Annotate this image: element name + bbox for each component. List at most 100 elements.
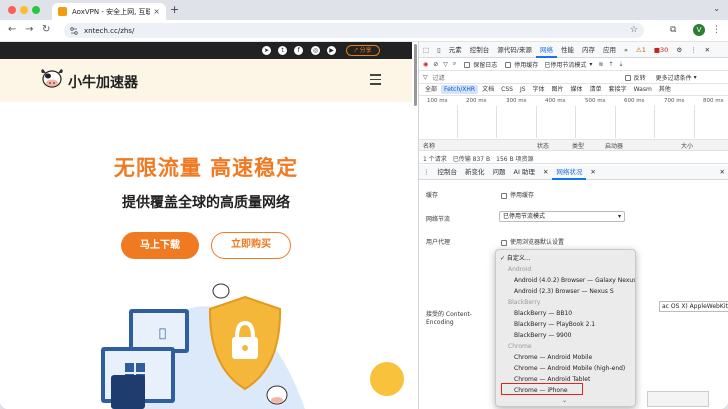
drawer-close-icon[interactable]: ✕ [716, 164, 728, 180]
reload-icon[interactable]: ↻ [42, 24, 50, 35]
drawer-tab-ai-assistance[interactable]: AI 助理 [510, 164, 539, 180]
instagram-icon[interactable]: ◎ [311, 46, 320, 55]
tab-sources[interactable]: 源代码/来源 [493, 42, 536, 58]
minimize-window-button[interactable] [20, 6, 28, 14]
network-timeline[interactable]: 100 ms 200 ms 300 ms 400 ms 500 ms 600 m… [419, 96, 728, 140]
device-toolbar-icon[interactable]: ▯ [433, 42, 445, 58]
dropdown-option[interactable]: BlackBerry — BB10 [496, 308, 635, 319]
zoom-window-button[interactable] [32, 6, 40, 14]
col-name[interactable]: 名称 [423, 141, 435, 150]
download-icon[interactable]: ⇣ [618, 61, 623, 68]
use-default-ua-checkbox[interactable]: 使用浏览器默认设置 [501, 237, 564, 246]
more-tabs-icon[interactable]: » [620, 42, 632, 58]
type-fetch-xhr[interactable]: Fetch/XHR [441, 85, 479, 94]
browser-menu-icon[interactable]: ⋮ [712, 25, 721, 35]
tab-performance[interactable]: 性能 [557, 42, 578, 58]
tab-close-icon[interactable]: × [153, 7, 160, 16]
back-icon[interactable]: ← [8, 24, 16, 35]
type-wasm[interactable]: Wasm [631, 85, 655, 94]
upload-icon[interactable]: ⇡ [608, 61, 613, 68]
dropdown-option[interactable]: Android (4.0.2) Browser — Galaxy Nexus [496, 275, 635, 286]
new-tab-button[interactable]: + [170, 3, 179, 16]
chat-support-button[interactable] [370, 362, 404, 396]
tab-application[interactable]: 应用 [599, 42, 620, 58]
type-media[interactable]: 媒体 [568, 85, 586, 94]
warning-count[interactable]: ⚠1 [632, 42, 650, 58]
settings-gear-icon[interactable]: ⚙ [672, 42, 686, 58]
cow-logo-icon[interactable] [40, 68, 64, 90]
profile-avatar[interactable]: V [693, 24, 705, 36]
dropdown-option[interactable]: Chrome — Android Mobile [496, 352, 635, 363]
dropdown-option[interactable]: BlackBerry — 9900 [496, 330, 635, 341]
youtube-icon[interactable]: ▶ [327, 46, 336, 55]
site-info-icon[interactable] [70, 26, 78, 35]
throttle-select[interactable]: 已停用节流模式 [544, 60, 586, 69]
col-type[interactable]: 类型 [572, 141, 584, 150]
tab-console[interactable]: 控制台 [466, 42, 494, 58]
facebook-icon[interactable]: f [294, 46, 303, 55]
type-other[interactable]: 其他 [656, 85, 674, 94]
dropdown-option[interactable]: Chrome — Android Mobile (high-end) [496, 363, 635, 374]
browser-tab[interactable]: AoxVPN - 安全上网, 互联世界 × [52, 3, 166, 20]
drawer-tab-network-conditions[interactable]: 网络状况 [552, 164, 587, 180]
type-manifest[interactable]: 清单 [587, 85, 605, 94]
address-bar[interactable]: xntech.cc/zhs/ ☆ [64, 23, 644, 38]
brand-name[interactable]: 小牛加速器 [68, 72, 138, 92]
tab-search-icon[interactable]: ⌄ [713, 4, 720, 13]
devtools-menu-icon[interactable]: ⋮ [686, 42, 701, 58]
user-agent-input[interactable]: ac OS X) AppleWebKit/6 [659, 301, 728, 312]
col-status[interactable]: 状态 [537, 141, 549, 150]
telegram-icon[interactable]: ➤ [262, 46, 271, 55]
drawer-tab-ai-close-icon[interactable]: ✕ [539, 164, 552, 180]
tab-network[interactable]: 网络 [535, 42, 557, 58]
bookmark-star-icon[interactable]: ☆ [630, 25, 638, 35]
dropdown-scroll-down-icon[interactable]: ⌄ [496, 395, 635, 406]
disable-cache-checkbox[interactable]: 停用缓存 [505, 60, 538, 69]
type-img[interactable]: 图片 [549, 85, 567, 94]
type-css[interactable]: CSS [498, 85, 516, 94]
type-all[interactable]: 全部 [422, 85, 440, 94]
drawer-tab-issues[interactable]: 问题 [489, 164, 510, 180]
preserve-log-checkbox[interactable]: 保留日志 [464, 60, 497, 69]
twitter-icon[interactable]: t [278, 46, 287, 55]
more-filters-button[interactable]: 更多过滤条件 [656, 73, 692, 82]
close-window-button[interactable] [8, 6, 16, 14]
type-doc[interactable]: 文档 [479, 85, 497, 94]
error-count[interactable]: ■30 [650, 42, 672, 58]
type-js[interactable]: JS [517, 85, 529, 94]
disable-cache-option[interactable]: 停用缓存 [501, 190, 534, 199]
page-scrollbar[interactable] [414, 44, 417, 106]
url-text[interactable]: xntech.cc/zhs/ [84, 27, 134, 35]
drawer-tab-close-icon[interactable]: ✕ [586, 164, 599, 180]
drawer-tab-whats-new[interactable]: 新变化 [461, 164, 489, 180]
forward-icon[interactable]: → [25, 24, 33, 35]
extensions-icon[interactable]: ⧉ [670, 25, 676, 35]
invert-checkbox[interactable]: 反转 [624, 73, 646, 82]
dropdown-option[interactable]: Android (2.3) Browser — Nexus S [496, 286, 635, 297]
throttle-dropdown[interactable]: 已停用节流模式 ▾ [499, 211, 625, 222]
share-button[interactable]: ⤤ 分享 [346, 45, 380, 56]
filter-funnel-icon[interactable]: ▽ [443, 61, 448, 68]
tab-memory[interactable]: 内存 [578, 42, 599, 58]
tab-bar: AoxVPN - 安全上网, 互联世界 × + ⌄ [0, 0, 728, 20]
dropdown-option-custom[interactable]: ✓ 自定义... [496, 253, 635, 264]
col-initiator[interactable]: 启动器 [605, 141, 623, 150]
screenshot-thumbnail[interactable] [647, 391, 709, 407]
drawer-menu-icon[interactable]: ⋮ [419, 164, 434, 180]
hamburger-menu-icon[interactable] [370, 74, 381, 88]
clear-icon[interactable]: ⊘ [433, 61, 438, 68]
inspect-icon[interactable]: ⬚ [419, 42, 433, 58]
type-socket[interactable]: 套接字 [606, 85, 630, 94]
col-size[interactable]: 大小 [681, 141, 693, 150]
drawer-tab-console[interactable]: 控制台 [434, 164, 462, 180]
devtools-close-icon[interactable]: ✕ [701, 42, 714, 58]
type-font[interactable]: 字体 [530, 85, 548, 94]
wifi-icon[interactable]: ≋ [598, 61, 603, 68]
search-icon[interactable]: ⌕ [453, 60, 456, 68]
filter-input[interactable]: 过滤 [433, 73, 625, 82]
tab-elements[interactable]: 元素 [445, 42, 466, 58]
download-button[interactable]: 马上下载 [121, 232, 199, 259]
dropdown-option[interactable]: BlackBerry — PlayBook 2.1 [496, 319, 635, 330]
record-stop-icon[interactable]: ◉ [423, 61, 428, 68]
buy-button[interactable]: 立即购买 [211, 232, 291, 259]
